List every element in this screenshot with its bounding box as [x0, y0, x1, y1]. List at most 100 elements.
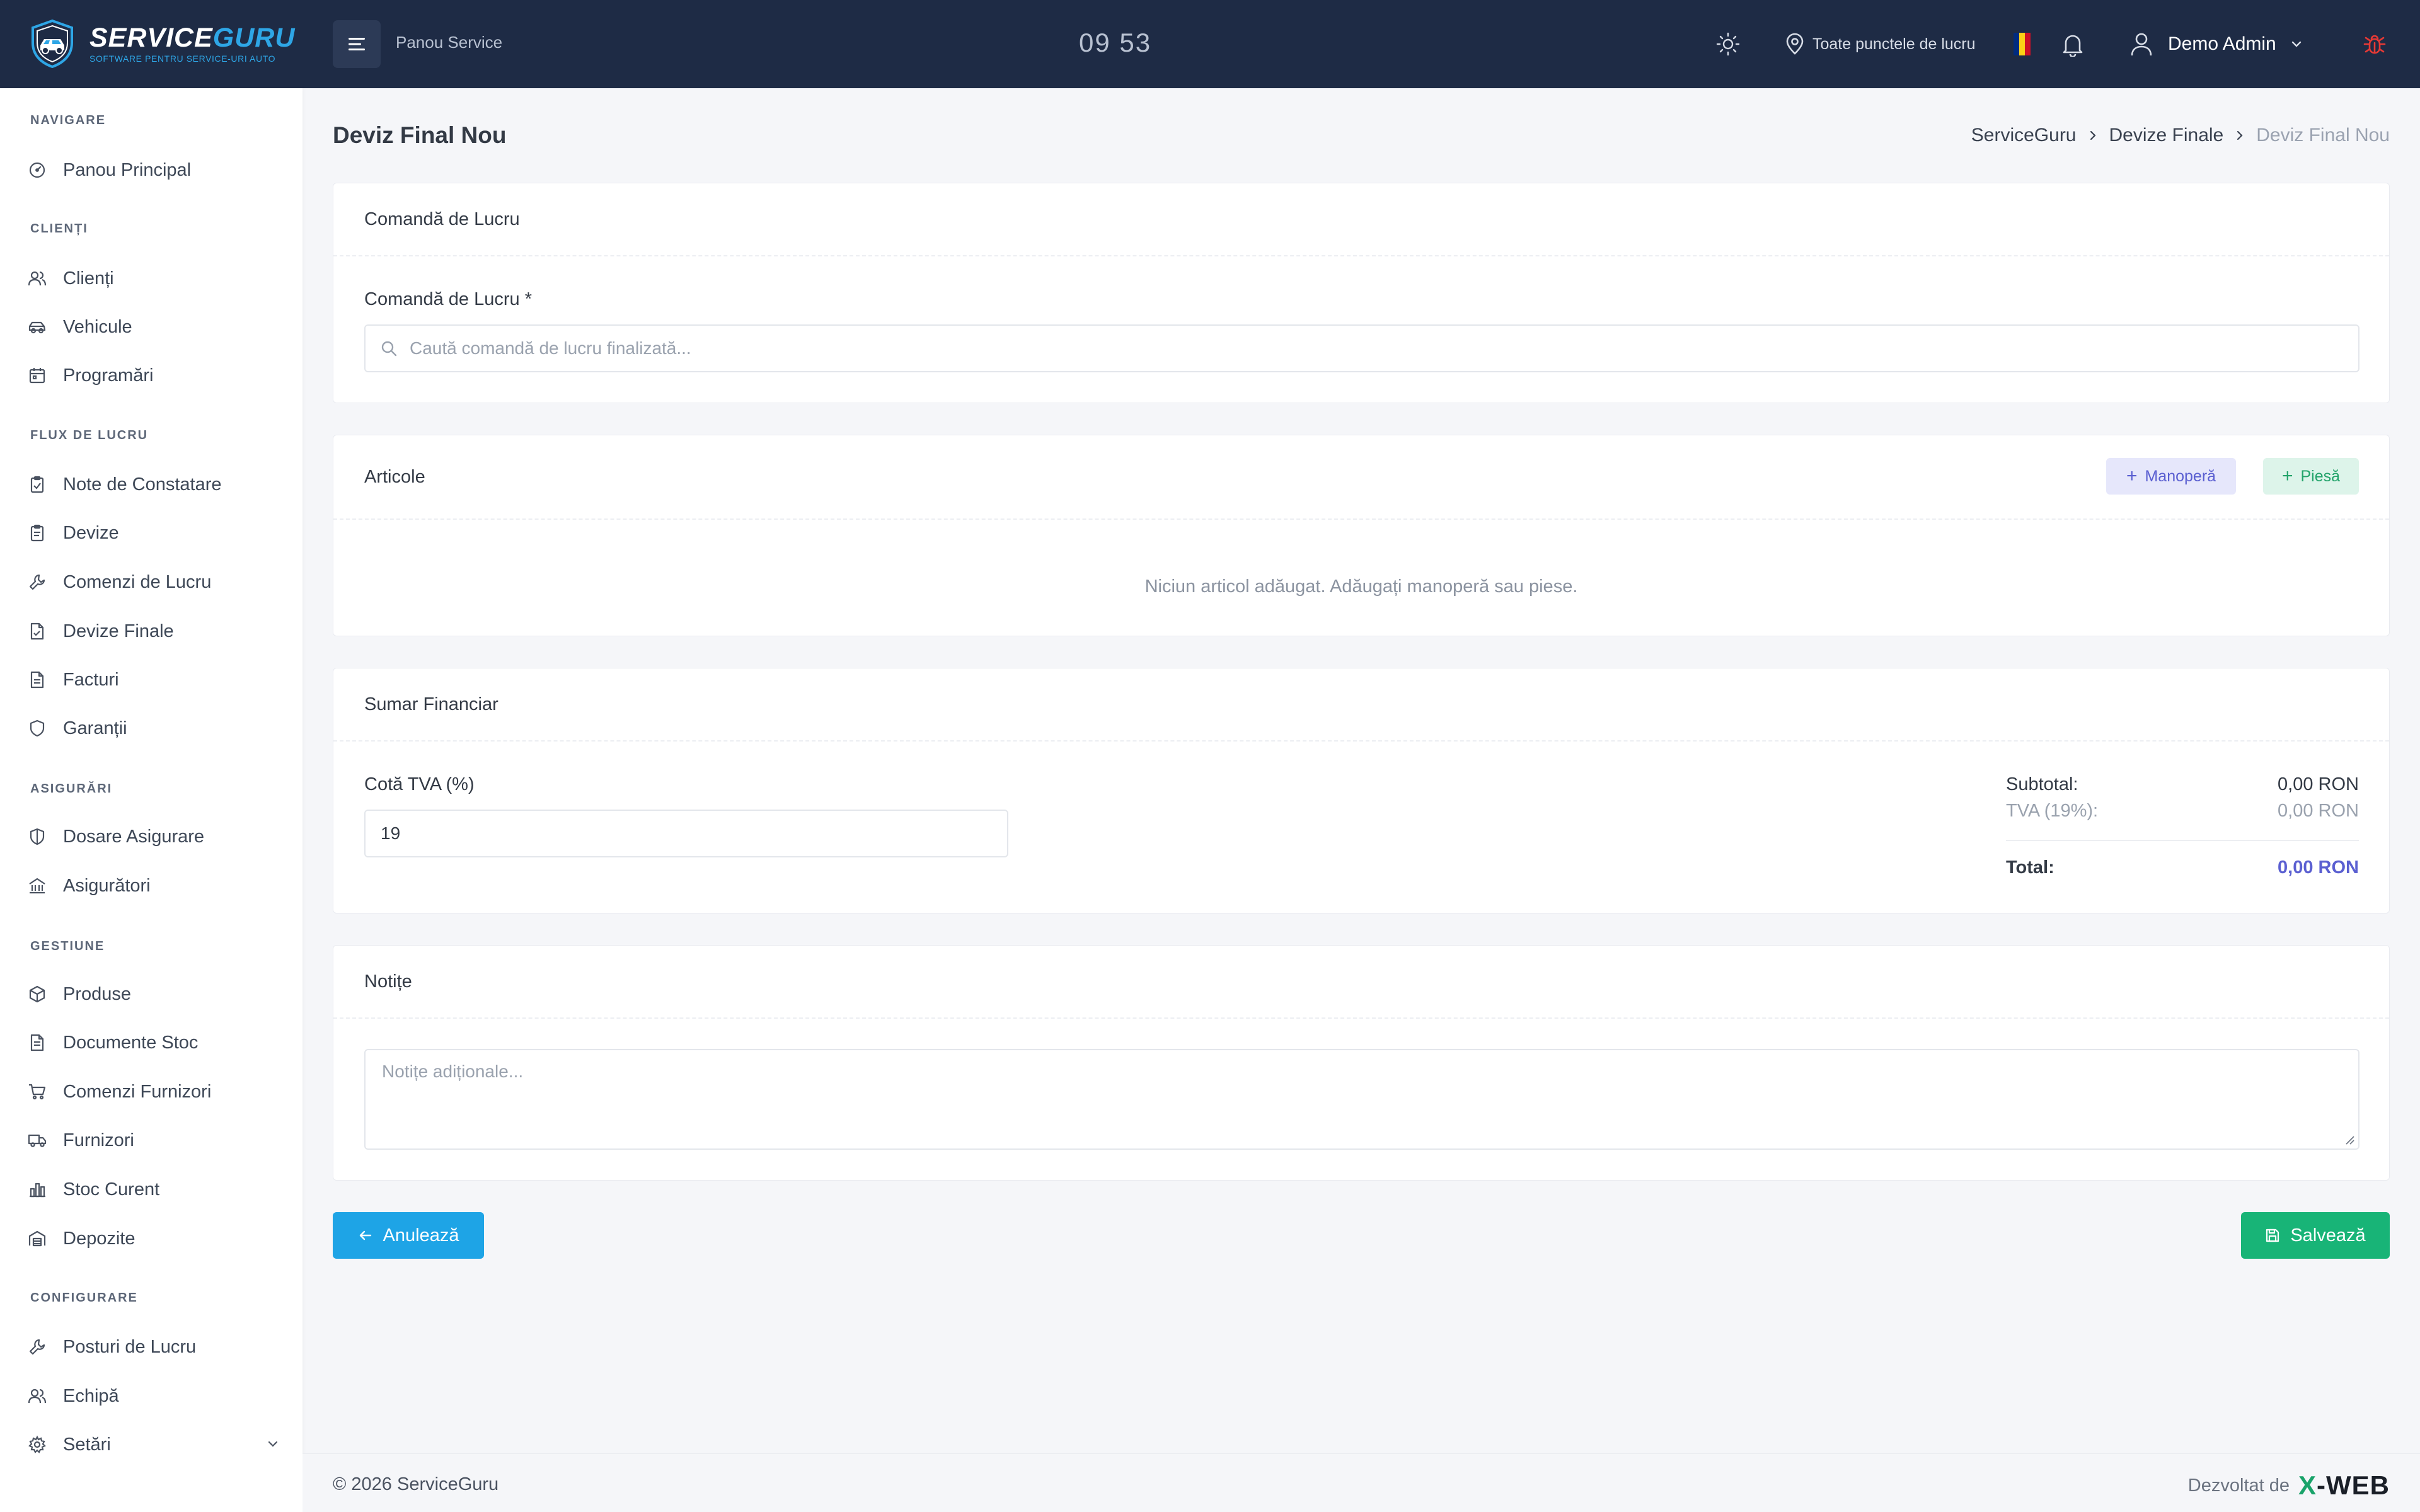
chevron-right-icon [2237, 130, 2243, 140]
breadcrumb-final-estimates[interactable]: Devize Finale [2109, 125, 2224, 146]
sidebar-item-final-estimates[interactable]: Devize Finale [28, 616, 280, 647]
sidebar-item-warehouses[interactable]: Depozite [28, 1223, 280, 1254]
theme-toggle-button[interactable] [1715, 0, 1744, 88]
chevron-down-icon [2291, 41, 2301, 47]
arrow-left-icon [359, 1230, 371, 1240]
subtotal-label: Subtotal: [2006, 774, 2078, 794]
vat-rate-label: Cotă TVA (%) [364, 774, 475, 794]
work-order-label: Comandă de Lucru * [364, 289, 532, 309]
bell-icon [2063, 35, 2083, 57]
sidebar-item-label: Panou Principal [63, 159, 192, 180]
language-selector[interactable] [2014, 0, 2031, 88]
sidebar-item-stock-documents[interactable]: Documente Stoc [28, 1027, 280, 1058]
sidebar-item-workstations[interactable]: Posturi de Lucru [28, 1331, 280, 1363]
sidebar-item-label: Devize [63, 522, 119, 543]
total-row: Total: 0,00 RON [2006, 857, 2359, 878]
sidebar-item-insurers[interactable]: Asigurători [28, 870, 280, 902]
logo-subtitle: SOFTWARE PENTRU SERVICE-URI AUTO [89, 54, 276, 64]
location-selector[interactable]: Toate punctele de lucru [1785, 0, 1976, 88]
plus-icon: + [2281, 466, 2293, 486]
notifications-button[interactable] [2061, 0, 2085, 88]
add-part-label: Piesă [2300, 467, 2341, 485]
sidebar-item-insurance-files[interactable]: Dosare Asigurare [28, 821, 280, 852]
vat-line-label: TVA (19%): [2006, 801, 2099, 821]
debug-button[interactable] [2362, 0, 2387, 88]
menu-toggle-button[interactable] [333, 20, 381, 68]
save-button[interactable]: Salvează [2241, 1212, 2390, 1259]
sidebar-item-appointments[interactable]: Programări [28, 360, 280, 391]
sidebar-item-label: Depozite [63, 1228, 135, 1249]
work-order-card: Comandă de Lucru Comandă de Lucru * Caut… [333, 183, 2390, 403]
empty-items-message: Niciun articol adăugat. Adăugați manoper… [1144, 576, 1578, 597]
sidebar-item-products[interactable]: Produse [28, 978, 280, 1010]
subtotal-row: Subtotal: 0,00 RON [2006, 774, 2359, 795]
sidebar-item-label: Comenzi Furnizori [63, 1081, 212, 1102]
sidebar-item-label: Setări [63, 1434, 111, 1455]
sidebar-item-label: Stoc Curent [63, 1179, 160, 1200]
sidebar-item-work-orders[interactable]: Comenzi de Lucru [28, 566, 280, 598]
chevron-down-icon [268, 1441, 278, 1447]
save-icon [2266, 1228, 2279, 1242]
sidebar-item-label: Documente Stoc [63, 1032, 199, 1053]
sidebar-item-label: Furnizori [63, 1130, 134, 1150]
package-icon [29, 985, 45, 1003]
document-icon [30, 1034, 44, 1051]
section-configuration: CONFIGURARE [30, 1291, 138, 1305]
search-placeholder: Caută comandă de lucru finalizată... [410, 338, 691, 358]
app-logo[interactable]: SERVICEGURU SOFTWARE PENTRU SERVICE-URI … [29, 19, 295, 68]
card-header: Articole + Manoperă + Piesă [333, 435, 2389, 520]
sidebar-item-settings[interactable]: Setări [28, 1429, 280, 1460]
car-icon [28, 321, 46, 334]
plus-icon: + [2126, 466, 2138, 486]
add-part-button[interactable]: + Piesă [2263, 458, 2359, 495]
sidebar-item-label: Posturi de Lucru [63, 1336, 197, 1357]
cancel-button[interactable]: Anulează [333, 1212, 484, 1259]
developed-by-label: Dezvoltat de [2187, 1475, 2290, 1496]
sidebar-item-label: Devize Finale [63, 621, 174, 641]
items-header-title: Articole [364, 466, 425, 487]
sidebar-item-invoices[interactable]: Facturi [28, 664, 280, 696]
hamburger-icon [349, 38, 365, 50]
sidebar-item-suppliers[interactable]: Furnizori [28, 1125, 280, 1156]
bug-icon [2363, 35, 2386, 54]
search-icon [381, 341, 397, 357]
sidebar-item-warranties[interactable]: Garanții [28, 713, 280, 744]
sidebar-item-team[interactable]: Echipă [28, 1380, 280, 1412]
sidebar-item-inspection-notes[interactable]: Note de Constatare [28, 469, 280, 500]
breadcrumb-home[interactable]: ServiceGuru [1971, 125, 2077, 146]
notes-card: Notițe Notițe adiționale... [333, 945, 2390, 1181]
logo-main-text: SERVICE [89, 23, 213, 53]
card-header: Sumar Financiar [333, 668, 2389, 742]
save-label: Salvează [2290, 1225, 2366, 1246]
gauge-icon [29, 162, 45, 178]
user-menu[interactable]: Demo Admin [2130, 0, 2303, 88]
work-order-search-input[interactable]: Caută comandă de lucru finalizată... [364, 324, 2360, 372]
sidebar-item-dashboard[interactable]: Panou Principal [28, 154, 280, 186]
top-bar-title: Panou Service [396, 33, 503, 52]
vat-rate-input[interactable]: 19 [364, 810, 1008, 857]
sidebar-item-vehicles[interactable]: Vehicule [28, 311, 280, 343]
shield-half-icon [30, 828, 45, 845]
sidebar-item-label: Dosare Asigurare [63, 826, 205, 847]
sidebar-item-label: Programări [63, 365, 154, 386]
add-labor-button[interactable]: + Manoperă [2106, 458, 2236, 495]
section-insurance: ASIGURĂRI [30, 782, 113, 796]
notes-textarea[interactable]: Notițe adiționale... [364, 1049, 2360, 1150]
sidebar-item-clients[interactable]: Clienți [28, 263, 280, 294]
logo-accent-text: GURU [212, 23, 296, 53]
location-label: Toate punctele de lucru [1812, 35, 1976, 53]
resize-grip-icon[interactable] [2344, 1135, 2354, 1145]
clipboard-check-icon [30, 476, 44, 493]
vat-line-value: 0,00 RON [2278, 801, 2359, 821]
sidebar-item-estimates[interactable]: Devize [28, 517, 280, 549]
footer: © 2026 ServiceGuru Dezvoltat de X-WEB [302, 1453, 2420, 1512]
romania-flag-icon [2014, 33, 2031, 55]
clipboard-icon [30, 524, 44, 542]
sun-icon [1716, 32, 1740, 56]
developer-credit[interactable]: Dezvoltat de X-WEB [2188, 1470, 2390, 1501]
summary-divider [2006, 840, 2359, 841]
sidebar-item-label: Vehicule [63, 316, 132, 337]
sidebar-item-supplier-orders[interactable]: Comenzi Furnizori [28, 1076, 280, 1108]
xweb-logo: X-WEB [2298, 1470, 2390, 1501]
sidebar-item-current-stock[interactable]: Stoc Curent [28, 1174, 280, 1205]
